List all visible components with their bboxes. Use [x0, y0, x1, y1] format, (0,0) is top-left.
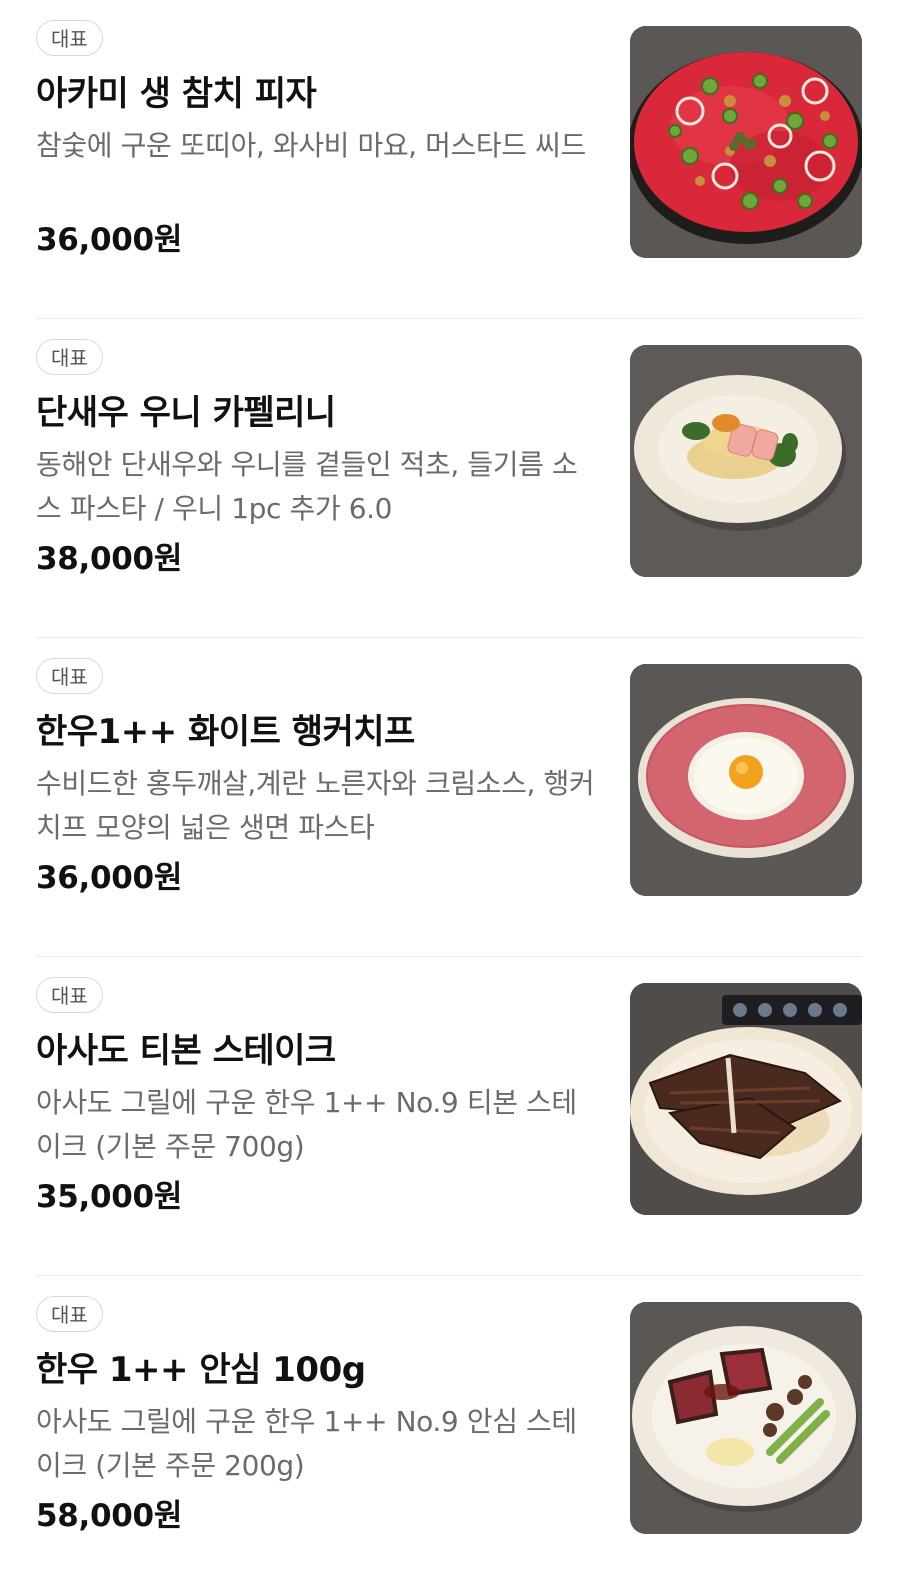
tenderloin-steak-photo[interactable]: [630, 1302, 862, 1534]
menu-item-description: 수비드한 홍두깨살,계란 노른자와 크림소스, 행커치프 모양의 넓은 생면 파…: [36, 767, 595, 844]
menu-item-description: 아사도 그릴에 구운 한우 1++ No.9 안심 스테이크 (기본 주문 20…: [36, 1405, 577, 1482]
menu-item-price: 36,000원: [36, 222, 183, 258]
shrimp-uni-capellini-photo[interactable]: [630, 345, 862, 577]
menu-item[interactable]: 대표 단새우 우니 카펠리니 동해안 단새우와 우니를 곁들인 적초, 들기름 …: [0, 319, 900, 638]
menu-item-name: 아사도 티본 스테이크: [36, 1031, 336, 1071]
menu-list: 대표 아카미 생 참치 피자 참숯에 구운 또띠아, 와사비 마요, 머스타드 …: [0, 0, 900, 1595]
menu-item[interactable]: 대표 아사도 티본 스테이크 아사도 그릴에 구운 한우 1++ No.9 티본…: [0, 957, 900, 1276]
menu-item-name: 단새우 우니 카펠리니: [36, 393, 336, 433]
white-handkerchief-pasta-photo[interactable]: [630, 664, 862, 896]
signature-badge: 대표: [36, 977, 103, 1013]
menu-item[interactable]: 대표 한우1++ 화이트 행커치프 수비드한 홍두깨살,계란 노른자와 크림소스…: [0, 638, 900, 957]
menu-item-name: 아카미 생 참치 피자: [36, 74, 317, 114]
signature-badge: 대표: [36, 20, 103, 56]
signature-badge: 대표: [36, 339, 103, 375]
menu-item[interactable]: 대표 한우 1++ 안심 100g 아사도 그릴에 구운 한우 1++ No.9…: [0, 1276, 900, 1595]
menu-item-price: 38,000원: [36, 541, 183, 577]
menu-item-price: 58,000원: [36, 1498, 183, 1534]
menu-item-description: 동해안 단새우와 우니를 곁들인 적초, 들기름 소스 파스타 / 우니 1pc…: [36, 448, 578, 525]
menu-item-price: 36,000원: [36, 860, 183, 896]
signature-badge: 대표: [36, 658, 103, 694]
tbone-steak-photo[interactable]: [630, 983, 862, 1215]
menu-item-description: 참숯에 구운 또띠아, 와사비 마요, 머스타드 씨드: [36, 129, 586, 162]
signature-badge: 대표: [36, 1296, 103, 1332]
menu-item-description: 아사도 그릴에 구운 한우 1++ No.9 티본 스테이크 (기본 주문 70…: [36, 1086, 577, 1163]
tuna-pizza-photo[interactable]: [630, 26, 862, 258]
menu-item-name: 한우1++ 화이트 행커치프: [36, 712, 415, 752]
menu-item-price: 35,000원: [36, 1179, 183, 1215]
menu-item[interactable]: 대표 아카미 생 참치 피자 참숯에 구운 또띠아, 와사비 마요, 머스타드 …: [0, 0, 900, 319]
menu-item-name: 한우 1++ 안심 100g: [36, 1350, 366, 1390]
